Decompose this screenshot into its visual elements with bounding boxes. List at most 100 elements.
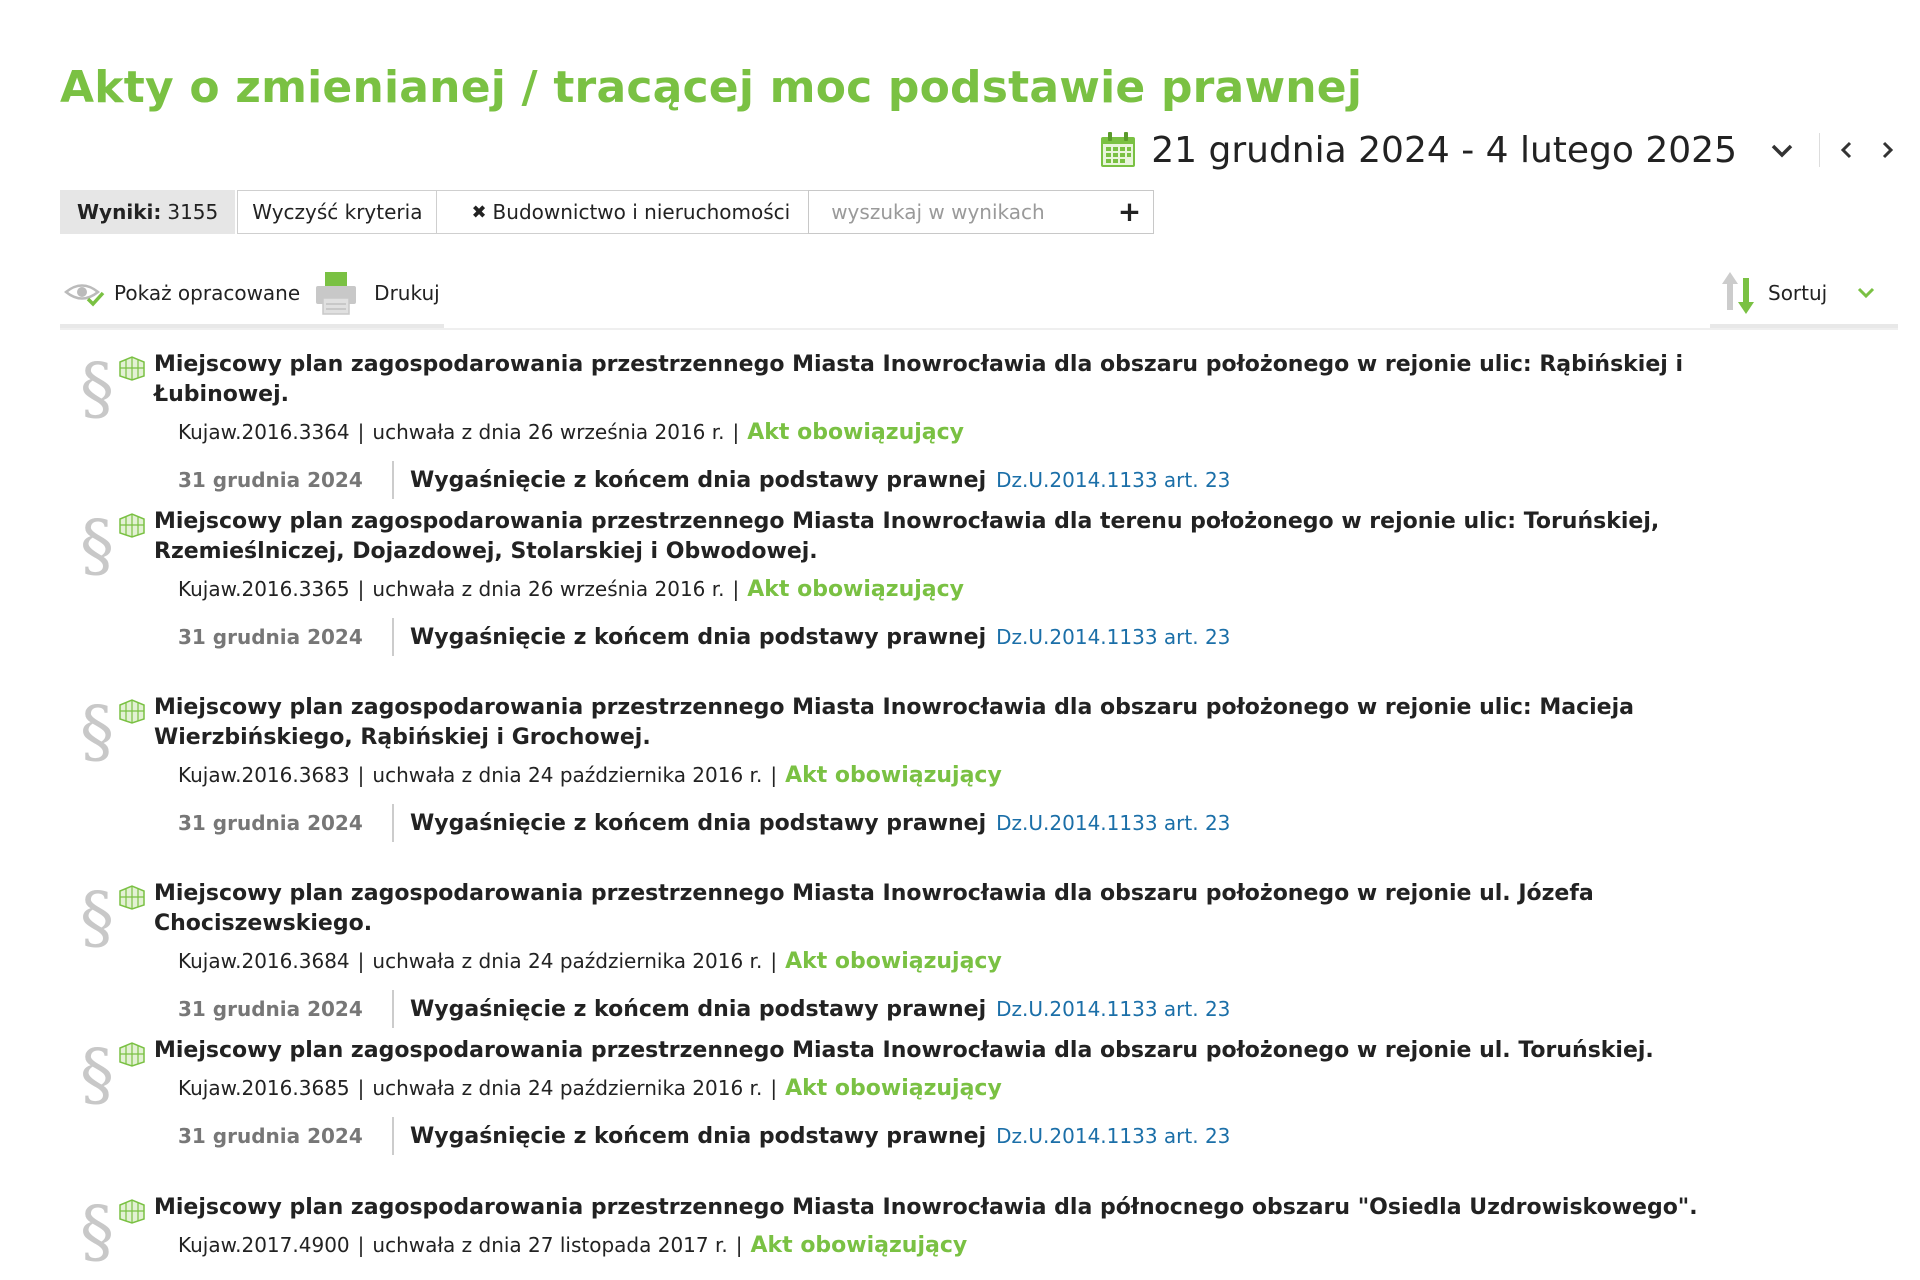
act-id: Kujaw.2016.3364 bbox=[178, 420, 350, 444]
event-date: 31 grudnia 2024 bbox=[178, 811, 363, 835]
act-meta: Kujaw.2016.3685 | uchwała z dnia 24 paźdz… bbox=[178, 1076, 1002, 1101]
sort-arrows-icon bbox=[1722, 272, 1754, 314]
chevron-left-icon[interactable] bbox=[1834, 135, 1860, 165]
act-id: Kujaw.2016.3684 bbox=[178, 949, 350, 973]
filter-tag-label: Budownictwo i nieruchomości bbox=[492, 200, 791, 224]
filter-tag-construction[interactable]: ✖ Budownictwo i nieruchomości bbox=[436, 190, 810, 234]
show-processed-label: Pokaż opracowane bbox=[114, 281, 301, 305]
results-label: Wyniki: bbox=[77, 200, 162, 224]
status-badge: Akt obowiązujący bbox=[785, 1076, 1002, 1101]
sort-dropdown[interactable]: Sortuj bbox=[1710, 262, 1898, 328]
act-meta: Kujaw.2016.3684 | uchwała z dnia 24 paźdz… bbox=[178, 949, 1002, 974]
calendar-icon bbox=[1101, 132, 1136, 167]
svg-text:§: § bbox=[80, 1042, 114, 1108]
act-event: 31 grudnia 2024 Wygaśnięcie z końcem dni… bbox=[154, 1115, 1880, 1157]
map-plan-icon bbox=[119, 1199, 145, 1224]
status-badge: Akt obowiązujący bbox=[747, 577, 965, 602]
results-count: Wyniki: 3155 bbox=[60, 190, 236, 234]
map-plan-icon bbox=[119, 356, 145, 381]
act-event: 31 grudnia 2024 Wygaśnięcie z końcem dni… bbox=[154, 616, 1880, 658]
chevron-down-icon[interactable] bbox=[1767, 135, 1797, 165]
act-id: Kujaw.2016.3683 bbox=[178, 763, 350, 787]
act-title[interactable]: Miejscowy plan zagospodarowania przestrz… bbox=[154, 879, 1880, 939]
print-label: Drukuj bbox=[374, 281, 440, 305]
svg-text:§: § bbox=[80, 1199, 114, 1265]
show-processed-button[interactable]: Pokaż opracowane bbox=[64, 277, 300, 309]
act-type-date: uchwała z dnia 24 października 2016 r. bbox=[372, 949, 763, 973]
list-item: § Miejscowy plan zagospodarowania przest… bbox=[60, 1193, 1880, 1280]
event-description: Wygaśnięcie z końcem dnia podstawy prawn… bbox=[410, 810, 987, 836]
event-description: Wygaśnięcie z końcem dnia podstawy prawn… bbox=[410, 1123, 987, 1149]
nav-separator bbox=[1819, 133, 1820, 167]
printer-icon bbox=[316, 272, 357, 315]
act-title[interactable]: Miejscowy plan zagospodarowania przestrz… bbox=[154, 1193, 1880, 1223]
act-type-date: uchwała z dnia 26 września 2016 r. bbox=[372, 420, 725, 444]
event-separator bbox=[392, 461, 394, 499]
act-title[interactable]: Miejscowy plan zagospodarowania przestrz… bbox=[154, 507, 1880, 567]
event-separator bbox=[392, 804, 394, 842]
act-type-date: uchwała z dnia 24 października 2016 r. bbox=[372, 1076, 763, 1100]
event-description: Wygaśnięcie z końcem dnia podstawy prawn… bbox=[410, 996, 987, 1022]
status-badge: Akt obowiązujący bbox=[750, 1233, 968, 1258]
act-id: Kujaw.2017.4900 bbox=[178, 1233, 350, 1257]
eye-check-icon bbox=[64, 284, 105, 307]
list-item: § Miejscowy plan zagospodarowania przest… bbox=[60, 1036, 1880, 1193]
svg-text:§: § bbox=[80, 356, 114, 422]
list-item: § Miejscowy plan zagospodarowania przest… bbox=[60, 507, 1880, 693]
plus-icon[interactable]: + bbox=[1118, 198, 1141, 226]
search-input[interactable] bbox=[831, 200, 1092, 224]
status-badge: Akt obowiązujący bbox=[785, 763, 1002, 788]
filter-bar: Wyniki: 3155 Wyczyść kryteria ✖ Budownic… bbox=[60, 190, 1155, 234]
legal-basis-link[interactable]: Dz.U.2014.1133 art. 23 bbox=[996, 811, 1230, 835]
act-type-date: uchwała z dnia 27 listopada 2017 r. bbox=[372, 1233, 728, 1257]
act-title[interactable]: Miejscowy plan zagospodarowania przestrz… bbox=[154, 693, 1880, 753]
act-type-date: uchwała z dnia 24 października 2016 r. bbox=[372, 763, 763, 787]
legal-basis-link[interactable]: Dz.U.2014.1133 art. 23 bbox=[996, 468, 1230, 492]
list-item: § Miejscowy plan zagospodarowania przest… bbox=[60, 350, 1880, 507]
act-title[interactable]: Miejscowy plan zagospodarowania przestrz… bbox=[154, 350, 1880, 410]
results-toolbar: Pokaż opracowane Drukuj bbox=[60, 262, 444, 328]
sort-label: Sortuj bbox=[1768, 281, 1828, 305]
act-event: 31 grudnia 2024 Wygaśnięcie z końcem dni… bbox=[154, 802, 1880, 844]
event-separator bbox=[392, 990, 394, 1028]
act-id: Kujaw.2016.3365 bbox=[178, 577, 350, 601]
print-button[interactable]: Drukuj bbox=[314, 270, 440, 316]
date-range-text: 21 grudnia 2024 - 4 lutego 2025 bbox=[1151, 129, 1737, 171]
date-range-picker[interactable]: 21 grudnia 2024 - 4 lutego 2025 bbox=[1099, 124, 1900, 176]
act-meta: Kujaw.2016.3365 | uchwała z dnia 26 wrześ… bbox=[178, 577, 965, 602]
map-plan-icon bbox=[119, 513, 145, 538]
event-description: Wygaśnięcie z końcem dnia podstawy prawn… bbox=[410, 624, 987, 650]
page-title: Akty o zmienianej / tracącej moc podstaw… bbox=[60, 62, 1363, 113]
event-separator bbox=[392, 618, 394, 656]
act-meta: Kujaw.2016.3364 | uchwała z dnia 26 wrześ… bbox=[178, 420, 965, 445]
act-type-date: uchwała z dnia 26 września 2016 r. bbox=[372, 577, 725, 601]
event-separator bbox=[392, 1117, 394, 1155]
results-number: 3155 bbox=[167, 200, 219, 224]
legal-basis-link[interactable]: Dz.U.2014.1133 art. 23 bbox=[996, 1124, 1230, 1148]
list-item: § Miejscowy plan zagospodarowania przest… bbox=[60, 879, 1880, 1036]
search-in-results: + bbox=[808, 190, 1155, 234]
status-badge: Akt obowiązujący bbox=[747, 420, 965, 445]
chevron-down-icon[interactable] bbox=[1855, 282, 1877, 304]
act-title[interactable]: Miejscowy plan zagospodarowania przestrz… bbox=[154, 1036, 1880, 1066]
map-plan-icon bbox=[119, 885, 145, 910]
act-meta: Kujaw.2017.4900 | uchwała z dnia 27 listo… bbox=[178, 1233, 968, 1258]
map-plan-icon bbox=[119, 699, 145, 724]
event-date: 31 grudnia 2024 bbox=[178, 625, 363, 649]
legal-basis-link[interactable]: Dz.U.2014.1133 art. 23 bbox=[996, 625, 1230, 649]
event-date: 31 grudnia 2024 bbox=[178, 1124, 363, 1148]
svg-text:§: § bbox=[80, 885, 114, 951]
toolbar-divider bbox=[60, 328, 1898, 330]
act-event: 31 grudnia 2024 Wygaśnięcie z końcem dni… bbox=[154, 988, 1880, 1030]
map-plan-icon bbox=[119, 1042, 145, 1067]
legal-basis-link[interactable]: Dz.U.2014.1133 art. 23 bbox=[996, 997, 1230, 1021]
status-badge: Akt obowiązujący bbox=[785, 949, 1002, 974]
act-event: 31 grudnia 2024 Wygaśnięcie z końcem dni… bbox=[154, 459, 1880, 501]
list-item: § Miejscowy plan zagospodarowania przest… bbox=[60, 693, 1880, 879]
remove-tag-icon[interactable]: ✖ bbox=[471, 202, 486, 223]
svg-text:§: § bbox=[80, 699, 114, 765]
clear-criteria-button[interactable]: Wyczyść kryteria bbox=[237, 190, 438, 234]
act-id: Kujaw.2016.3685 bbox=[178, 1076, 350, 1100]
chevron-right-icon[interactable] bbox=[1874, 135, 1900, 165]
results-list: § Miejscowy plan zagospodarowania przest… bbox=[60, 350, 1880, 1280]
